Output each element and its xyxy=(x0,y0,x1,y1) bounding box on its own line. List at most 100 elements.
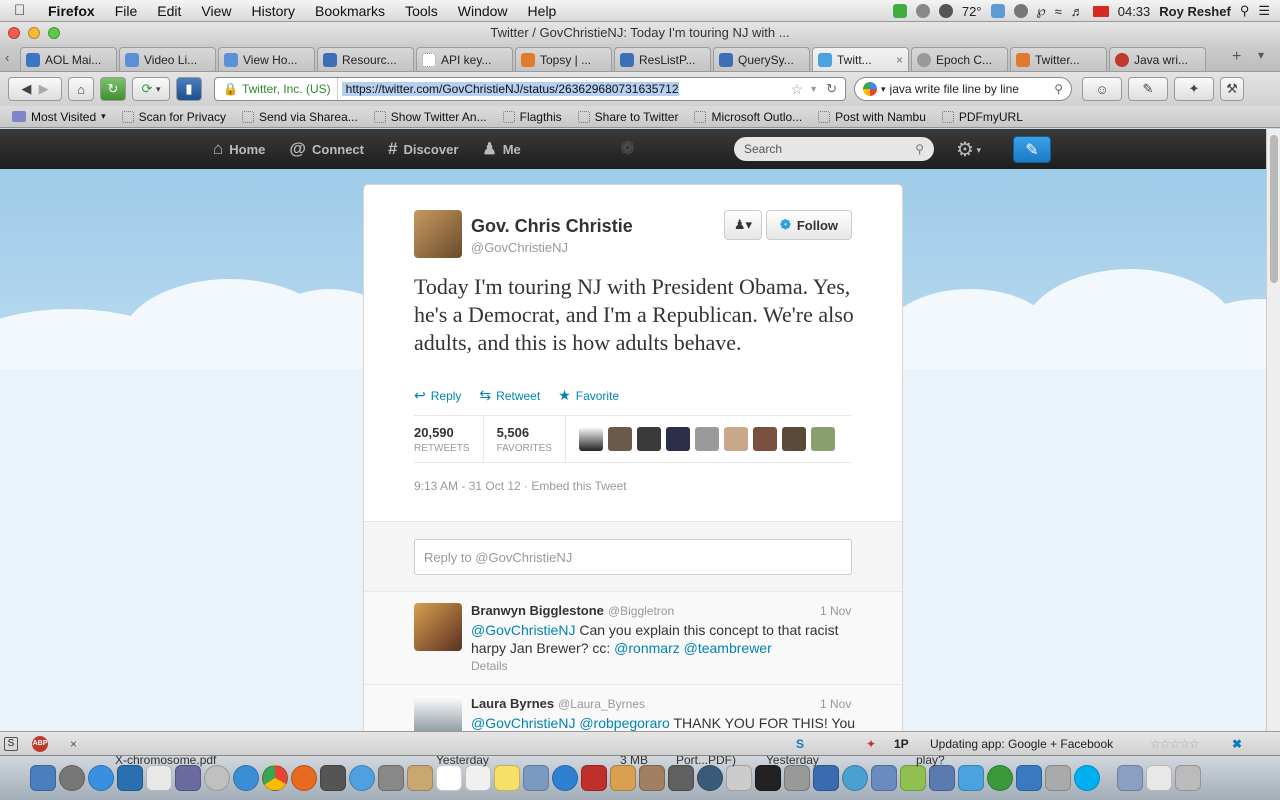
terminal-icon[interactable] xyxy=(755,765,781,791)
bookmark-scan-privacy[interactable]: Scan for Privacy xyxy=(121,110,226,124)
cpu-meter-icon[interactable] xyxy=(990,4,1005,18)
messages-icon[interactable] xyxy=(349,765,375,791)
safari-icon[interactable] xyxy=(233,765,259,791)
menu-view[interactable]: View xyxy=(201,3,231,19)
tab-twitter-active[interactable]: Twitt... × xyxy=(812,47,909,71)
favoriter-avatar[interactable] xyxy=(781,427,806,451)
mention-link[interactable]: @teambrewer xyxy=(684,640,772,656)
back-icon[interactable]: ◀ xyxy=(21,81,31,97)
tab-video[interactable]: Video Li... xyxy=(119,47,216,71)
avatar[interactable] xyxy=(414,210,462,258)
menu-tools[interactable]: Tools xyxy=(405,3,438,19)
new-tab-button[interactable]: + xyxy=(1232,48,1241,66)
reload-icon[interactable]: ↻ xyxy=(826,81,837,97)
skype-icon[interactable]: S xyxy=(796,737,804,751)
status-x-icon[interactable]: ✖ xyxy=(1232,737,1242,751)
time-machine-icon[interactable] xyxy=(697,765,723,791)
menu-file[interactable]: File xyxy=(115,3,138,19)
paw-icon[interactable] xyxy=(938,4,953,18)
app-icon[interactable] xyxy=(987,765,1013,791)
volume-icon[interactable]: ♬ xyxy=(1071,4,1084,19)
chrome-icon[interactable] xyxy=(262,765,288,791)
search-bar[interactable]: ▾ java write file line by line ⚲ xyxy=(854,77,1072,101)
status-addon-icon[interactable]: ✦ xyxy=(866,737,876,751)
bookmark-nambu[interactable]: Post with Nambu xyxy=(818,110,926,124)
embed-tweet-link[interactable]: Embed this Tweet xyxy=(531,479,626,493)
status-icon[interactable] xyxy=(915,4,930,18)
launchpad-icon[interactable] xyxy=(59,765,85,791)
nav-connect[interactable]: @ Connect xyxy=(289,139,364,159)
url-dropdown-icon[interactable]: ▼ xyxy=(809,84,818,94)
menu-window[interactable]: Window xyxy=(458,3,508,19)
menu-bookmarks[interactable]: Bookmarks xyxy=(315,3,385,19)
twitter-bird-logo-icon[interactable]: ❁ xyxy=(620,138,635,159)
status-s-icon[interactable]: S xyxy=(4,736,18,751)
zoom-window-button[interactable] xyxy=(48,27,60,39)
nav-discover[interactable]: # Discover xyxy=(388,139,458,159)
app-icon[interactable] xyxy=(1016,765,1042,791)
nav-me[interactable]: ♟ Me xyxy=(482,139,520,159)
rating-stars-icon[interactable]: ☆☆☆☆☆ xyxy=(1150,737,1200,751)
url-text[interactable]: https://twitter.com/GovChristieNJ/status… xyxy=(341,82,679,96)
compose-tweet-button[interactable]: ✎ xyxy=(1013,136,1051,163)
preview-icon[interactable] xyxy=(146,765,172,791)
bluetooth-icon[interactable]: ℘ xyxy=(1037,3,1046,19)
tab-twitter-2[interactable]: Twitter... xyxy=(1010,47,1107,71)
twitter-search-input[interactable]: Search ⚲ xyxy=(734,137,934,161)
wifi-icon[interactable]: ≈ xyxy=(1055,4,1062,19)
bookmark-star-icon[interactable]: ☆ xyxy=(791,81,804,98)
extension-button-3[interactable]: ✦ xyxy=(1174,77,1214,101)
bookmark-pdfmyurl[interactable]: PDFmyURL xyxy=(941,110,1023,124)
google-icon[interactable] xyxy=(863,82,877,96)
addon-button[interactable]: ↻ xyxy=(100,77,126,101)
bookmark-share-twitter[interactable]: Share to Twitter xyxy=(577,110,678,124)
app-icon[interactable] xyxy=(668,765,694,791)
app-icon[interactable] xyxy=(842,765,868,791)
app-icon[interactable] xyxy=(813,765,839,791)
tab-resources[interactable]: Resourc... xyxy=(317,47,414,71)
reply-tweet[interactable]: Laura Byrnes @Laura_Byrnes 1 Nov @GovChri… xyxy=(364,684,902,731)
bookmark-show-twitter[interactable]: Show Twitter An... xyxy=(373,110,487,124)
menu-edit[interactable]: Edit xyxy=(157,3,181,19)
minimize-window-button[interactable] xyxy=(28,27,40,39)
mention-link[interactable]: @GovChristieNJ xyxy=(471,622,575,638)
menu-history[interactable]: History xyxy=(251,3,295,19)
tab-view-ho[interactable]: View Ho... xyxy=(218,47,315,71)
spotlight-icon[interactable]: ⚲ xyxy=(1240,3,1250,19)
bookmark-send-sharea[interactable]: Send via Sharea... xyxy=(242,110,358,124)
reply-input[interactable]: Reply to @GovChristieNJ xyxy=(414,539,852,575)
clock[interactable]: 04:33 xyxy=(1118,4,1151,19)
nav-home[interactable]: ⌂ Home xyxy=(213,139,265,159)
follow-button[interactable]: ❁ Follow xyxy=(766,210,852,240)
page-scrollbar[interactable] xyxy=(1266,129,1280,731)
firefox-icon[interactable] xyxy=(291,765,317,791)
battery-icon[interactable] xyxy=(892,4,907,18)
apple-menu-icon[interactable]:  xyxy=(14,2,36,19)
app-icon[interactable] xyxy=(639,765,665,791)
ip-indicator[interactable]: 1P xyxy=(894,737,909,751)
favoriter-avatar[interactable] xyxy=(810,427,835,451)
app-icon[interactable] xyxy=(610,765,636,791)
tweet-author-name[interactable]: Gov. Chris Christie xyxy=(471,216,633,237)
url-bar[interactable]: 🔒 Twitter, Inc. (US) https://twitter.com/… xyxy=(214,77,846,101)
app-store-icon[interactable] xyxy=(88,765,114,791)
tab-list-icon[interactable]: ▾ xyxy=(1258,48,1264,62)
search-icon[interactable]: ⚲ xyxy=(915,142,924,156)
reply-action[interactable]: ↩ Reply xyxy=(414,387,461,404)
settings-gear-icon[interactable]: ⚙ ▾ xyxy=(956,137,981,162)
twitter-icon[interactable] xyxy=(958,765,984,791)
stickies-icon[interactable] xyxy=(494,765,520,791)
reply-date[interactable]: 1 Nov xyxy=(820,697,851,711)
reply-details-link[interactable]: Details xyxy=(471,659,508,673)
app-icon[interactable] xyxy=(581,765,607,791)
menu-help[interactable]: Help xyxy=(528,3,557,19)
extension-button-1[interactable]: ☺ xyxy=(1082,77,1122,101)
adblock-icon[interactable]: ABP xyxy=(32,735,48,752)
retweet-action[interactable]: ⇆ Retweet xyxy=(479,387,540,404)
contacts-icon[interactable] xyxy=(407,765,433,791)
reply-tweet[interactable]: Branwyn Bigglestone @Biggletron 1 Nov @Go… xyxy=(364,591,902,684)
search-icon[interactable]: ⚲ xyxy=(1054,82,1063,96)
favoriter-avatar[interactable] xyxy=(665,427,690,451)
app-icon[interactable] xyxy=(117,765,143,791)
app-icon[interactable] xyxy=(900,765,926,791)
